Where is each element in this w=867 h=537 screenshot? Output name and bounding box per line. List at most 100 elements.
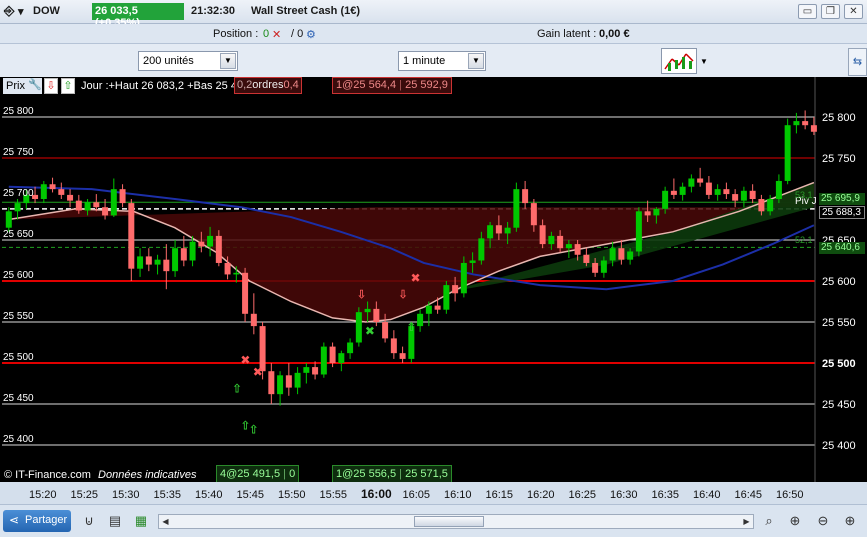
candle-body [530, 203, 537, 226]
candle-body [303, 367, 310, 373]
candle-body [784, 125, 791, 181]
candlestick-chart-icon [664, 53, 694, 71]
side-panel-toggle[interactable]: ⇆ [848, 48, 867, 76]
candle-body [495, 225, 502, 234]
orders-label: ordres [252, 79, 284, 91]
candle-body [128, 203, 135, 269]
candle-body [268, 371, 275, 395]
share-button[interactable]: ⋖ Partager [3, 510, 71, 532]
s1-small-label: 52,1 [795, 235, 813, 245]
indicator-icon[interactable]: ▦ [132, 512, 150, 530]
minimize-button[interactable]: ▭ [798, 4, 817, 19]
order-bm-price: 25 571,5 [405, 468, 448, 480]
trade-marker: ⇩ [357, 287, 367, 301]
y-tick-left: 25 650 [3, 229, 34, 240]
y-tick-right: 25 550 [822, 317, 856, 329]
candle-body [40, 184, 47, 199]
candle-body [478, 238, 485, 261]
candle-body [513, 189, 520, 228]
instrument-name: Wall Street Cash (1€) [251, 5, 361, 17]
y-tick-left: 25 700 [3, 188, 34, 199]
x-tick-label: 16:50 [776, 489, 804, 501]
chart-type-dropdown[interactable]: ▼ [698, 53, 710, 71]
scroll-right-arrow[interactable]: ▶ [740, 515, 753, 528]
candle-body [487, 225, 494, 239]
zoom-tool-icon[interactable]: ⌕ [760, 512, 778, 530]
x-tick-label: 15:20 [29, 489, 57, 501]
time-scrollbar[interactable]: ◀ ▶ [158, 514, 754, 529]
order-bl-tail: 0 [289, 468, 296, 480]
price-badge: 26 033,5 (+0,35%) [92, 3, 184, 29]
restore-button[interactable]: ❐ [821, 4, 840, 19]
candle-body [443, 285, 450, 310]
zoom-fit-icon[interactable]: ⊕ [786, 512, 804, 530]
order-tag-bottom-left[interactable]: 4@25 491,5 | 0 [216, 465, 300, 483]
wrench-icon[interactable]: 🔧 [28, 78, 42, 94]
interval-select[interactable]: 1 minute ▼ [398, 51, 486, 71]
trade-marker: ✖ [411, 271, 421, 285]
chart-canvas[interactable]: ✖✖✖✖⇧⇧⇧⇧⇩ ⇩ 25 40025 40025 45025 45025 50… [0, 77, 867, 482]
trade-marker: ⇧ [232, 382, 242, 396]
candle-body [749, 190, 756, 199]
x-tick-label: 15:35 [154, 489, 182, 501]
y-tick-left: 25 450 [3, 393, 34, 404]
scroll-left-arrow[interactable]: ◀ [159, 515, 172, 528]
x-tick-label: 15:50 [278, 489, 306, 501]
candle-body [285, 375, 292, 388]
x-tick-label: 16:45 [735, 489, 763, 501]
chart-type-button[interactable] [661, 48, 697, 74]
settings-gear-icon[interactable]: ⚙ [306, 28, 316, 41]
zoom-in-icon[interactable]: ⊕ [841, 512, 859, 530]
trade-marker: ✖ [253, 365, 263, 379]
x-tick-label: 16:00 [361, 487, 392, 501]
candle-body [119, 189, 126, 204]
prix-tab[interactable]: Prix [3, 78, 28, 94]
y-tick-left: 25 600 [3, 270, 34, 281]
clock-time: 21:32:30 [191, 5, 236, 17]
position-close-icon[interactable]: ✕ [272, 28, 281, 41]
candle-body [653, 208, 660, 216]
candle-body [172, 248, 179, 272]
order-tag-mid[interactable]: 0,2ordres0,4 [234, 77, 302, 94]
magnet-icon[interactable]: ⊍ [80, 512, 98, 530]
y-tick-right: 25 450 [822, 399, 856, 411]
candle-body [758, 199, 765, 212]
share-icon: ⋖ [9, 513, 20, 527]
candle-body [84, 202, 91, 211]
control-bar: 200 unités ▼ 1 minute ▼ ▼ ⇆ [0, 44, 867, 77]
zoom-out-icon[interactable]: ⊖ [814, 512, 832, 530]
candle-body [469, 260, 476, 263]
indicative-label: Données indicatives [98, 469, 197, 481]
order-tag-bottom-mid[interactable]: 1@25 556,5 | 25 571,5 [332, 465, 452, 483]
units-select[interactable]: 200 unités ▼ [138, 51, 238, 71]
sell-order-icon[interactable]: ⇩ [44, 78, 58, 94]
symbol-dropdown[interactable]: ▾ [18, 5, 24, 18]
y-tick-right: 25 750 [822, 153, 856, 165]
candle-body [802, 121, 809, 126]
gain-label: Gain latent : [537, 28, 597, 40]
position-label: Position : [213, 28, 259, 40]
y-tick-right: 25 800 [822, 112, 856, 124]
price-chart[interactable]: ✖ ✖ ✖ ✖ ⇧ ⇧ ⇧ ⇧ ⇩ ⇩ 25 400 25 400 25 450 25 450 25 50… [0, 77, 867, 483]
layout-icon[interactable]: ▤ [106, 512, 124, 530]
candle-body [600, 260, 607, 273]
title-bar: ⎆ ▾ DOW 26 033,5 (+0,35%) 21:32:30 Wall … [0, 0, 867, 29]
candle-body [662, 190, 669, 209]
candle-body [390, 338, 397, 354]
candle-body [110, 189, 117, 216]
close-button[interactable]: ✕ [844, 4, 863, 19]
candle-body [767, 199, 774, 212]
window-icon: ⎆ [4, 3, 15, 18]
x-tick-label: 15:55 [320, 489, 348, 501]
candle-body [198, 241, 205, 247]
candle-body [688, 178, 695, 187]
x-tick-label: 16:30 [610, 489, 638, 501]
candle-body [679, 186, 686, 195]
candle-body [793, 121, 800, 126]
candle-body [417, 313, 424, 327]
scroll-thumb[interactable] [414, 516, 484, 527]
order-top-qty: 1@25 564,4 [336, 79, 397, 91]
order-tag-top[interactable]: 1@25 564,4 | 25 592,9 [332, 77, 452, 94]
buy-order-icon[interactable]: ⇧ [61, 78, 75, 94]
y-tick-left: 25 400 [3, 434, 34, 445]
